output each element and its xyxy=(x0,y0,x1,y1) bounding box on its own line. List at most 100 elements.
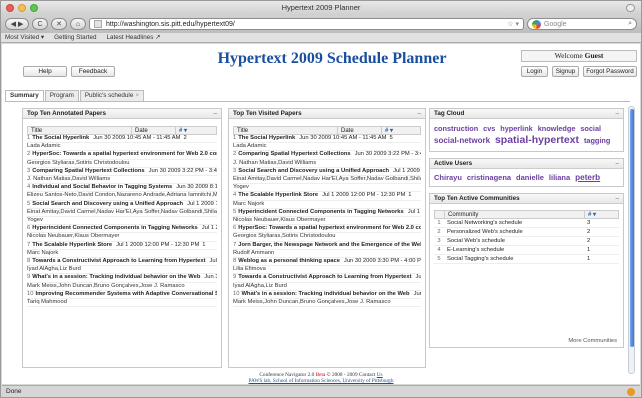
paper-title-link[interactable]: The Scalable Hyperlink Store xyxy=(32,242,112,248)
tag-link[interactable]: hyperlink xyxy=(500,124,532,133)
user-link[interactable]: cristinagena xyxy=(467,173,511,182)
forgot-password-button[interactable]: Forgot Password xyxy=(583,66,637,77)
table-row[interactable]: 4 The Scalable Hyperlink Store Jul 1 2009 … xyxy=(233,192,421,201)
tag-link[interactable]: construction xyxy=(434,124,478,133)
table-row[interactable]: 3 Social Search and Discovery using a Uni… xyxy=(233,168,421,177)
paper-title-link[interactable]: What's in a session: Tracking individual… xyxy=(241,291,409,297)
table-row[interactable]: 1 Social Networking's schedule 3 xyxy=(434,219,619,228)
feedback-button[interactable]: Feedback xyxy=(71,66,115,77)
bookmark-star-icon[interactable]: ☆ ▾ xyxy=(507,20,519,28)
table-row[interactable]: 3 Comparing Spatial Hypertext Collections… xyxy=(27,168,217,177)
table-row[interactable]: 5 Social Search and Discovery using a Uni… xyxy=(27,201,217,209)
tab-summary[interactable]: Summary xyxy=(5,90,44,101)
paper-title-link[interactable]: The Social Hyperlink xyxy=(32,135,89,141)
column-date[interactable]: Date xyxy=(338,127,382,134)
table-row[interactable]: 2 Personalized Web's schedule 2 xyxy=(434,228,619,237)
more-communities-link[interactable]: More Communities xyxy=(568,338,617,344)
table-row[interactable]: 9 Towards a Constructivist Approach to Le… xyxy=(233,274,421,283)
zoom-window-button[interactable] xyxy=(30,4,38,12)
community-name-link[interactable]: E-Learning's schedule xyxy=(444,246,584,254)
paper-title-link[interactable]: Social Search and Discovery using a Unif… xyxy=(32,201,183,207)
community-name-link[interactable]: Social Networking's schedule xyxy=(444,219,584,227)
table-row[interactable]: 2 HyperSoc: Towards a spatial hypertext e… xyxy=(27,151,217,160)
bookmark-latest-headlines[interactable]: Latest Headlines ↗ xyxy=(106,34,160,41)
tag-link[interactable]: spatial-hypertext xyxy=(495,134,579,146)
table-row[interactable]: 3 Social Web's schedule 2 xyxy=(434,237,619,246)
paper-title-link[interactable]: HyperSoc: Towards a spatial hypertext en… xyxy=(32,151,217,157)
paper-title-link[interactable]: Comparing Spatial Hypertext Collections xyxy=(238,151,350,157)
table-row[interactable]: 7 The Scalable Hyperlink Store Jul 1 2009 … xyxy=(27,242,217,250)
user-link[interactable]: Chirayu xyxy=(434,173,462,182)
collapse-icon[interactable]: – xyxy=(417,109,421,119)
bookmark-getting-started[interactable]: Getting Started xyxy=(54,34,96,41)
toolbar-toggle-button[interactable] xyxy=(626,4,635,12)
footer-org-link[interactable]: PAWS lab, School of Information Sciences… xyxy=(249,378,394,384)
paper-title-link[interactable]: The Scalable Hyperlink Store xyxy=(238,192,318,198)
column-date[interactable]: Date xyxy=(132,127,176,134)
table-row[interactable]: 10 What's in a session: Tracking individu… xyxy=(233,291,421,300)
paper-title-link[interactable]: Improving Recommender Systems with Adapt… xyxy=(35,291,217,297)
table-row[interactable]: 1 The Social Hyperlink Jun 30 2009 10:45 A… xyxy=(233,135,421,144)
tag-link[interactable]: cvs xyxy=(483,124,495,133)
firefox-status-icon[interactable] xyxy=(627,388,635,396)
paper-title-link[interactable]: Towards a Constructivist Approach to Lea… xyxy=(238,274,411,280)
paper-title-link[interactable]: What's in a session: Tracking individual… xyxy=(32,274,200,280)
search-box[interactable]: Google ⌕ xyxy=(527,18,637,30)
close-window-button[interactable] xyxy=(6,4,14,12)
column-community[interactable]: Community xyxy=(445,211,585,218)
column-count-sort[interactable]: # ▾ xyxy=(585,211,618,218)
tab-program[interactable]: Program xyxy=(44,90,79,101)
community-name-link[interactable]: Social Web's schedule xyxy=(444,237,584,245)
table-row[interactable]: 10 Improving Recommender Systems with Ada… xyxy=(27,291,217,300)
search-icon[interactable]: ⌕ xyxy=(628,20,632,28)
table-row[interactable]: 5 Social Tagging's schedule 1 xyxy=(434,255,619,264)
community-name-link[interactable]: Personalized Web's schedule xyxy=(444,228,584,236)
table-row[interactable]: 4 Individual and Social Behavior in Taggi… xyxy=(27,184,217,193)
table-row[interactable]: 9 What's in a session: Tracking individua… xyxy=(27,274,217,283)
collapse-icon[interactable]: – xyxy=(213,109,217,119)
table-row[interactable]: 2 Comparing Spatial Hypertext Collections… xyxy=(233,151,421,160)
user-link[interactable]: liliana xyxy=(549,173,570,182)
table-row[interactable]: 6 Hyperincident Connected Components in T… xyxy=(27,225,217,234)
back-forward-button[interactable]: ◀ ▶ xyxy=(5,18,29,30)
home-button[interactable]: ⌂ xyxy=(70,18,86,30)
table-row[interactable]: 8 Weblog as a personal thinking space Jun … xyxy=(233,258,421,267)
paper-title-link[interactable]: Individual and Social Behavior in Taggin… xyxy=(32,184,172,190)
paper-title-link[interactable]: Hyperincident Connected Components in Ta… xyxy=(238,209,403,215)
paper-title-link[interactable]: The Social Hyperlink xyxy=(238,135,295,141)
tag-link[interactable]: social xyxy=(580,124,601,133)
table-row[interactable]: 6 HyperSoc: Towards a spatial hypertext e… xyxy=(233,225,421,234)
minimize-window-button[interactable] xyxy=(18,4,26,12)
paper-title-link[interactable]: Social Search and Discovery using a Unif… xyxy=(238,168,389,174)
paper-title-link[interactable]: Hyperincident Connected Components in Ta… xyxy=(32,225,197,231)
paper-title-link[interactable]: HyperSoc: Towards a spatial hypertext en… xyxy=(238,225,421,231)
table-row[interactable]: 1 The Social Hyperlink Jun 30 2009 10:45 A… xyxy=(27,135,217,144)
collapse-icon[interactable]: – xyxy=(615,159,619,169)
collapse-icon[interactable]: – xyxy=(615,194,619,204)
column-title[interactable]: Title xyxy=(28,127,132,134)
reload-button[interactable]: C xyxy=(32,18,48,30)
community-name-link[interactable]: Social Tagging's schedule xyxy=(444,255,584,263)
table-row[interactable]: 5 Hyperincident Connected Components in T… xyxy=(233,209,421,218)
table-row[interactable]: 7 Jorn Barger, the Newspage Network and t… xyxy=(233,242,421,250)
column-count-sort[interactable]: # ▾ xyxy=(176,127,216,134)
tab-public-schedule[interactable]: Public's schedule × xyxy=(79,90,145,101)
user-link[interactable]: peterb xyxy=(575,173,600,182)
scrollbar-thumb[interactable] xyxy=(630,109,634,347)
tag-link[interactable]: knowledge xyxy=(538,124,576,133)
paper-title-link[interactable]: Jorn Barger, the Newspage Network and th… xyxy=(238,242,421,248)
column-title[interactable]: Title xyxy=(234,127,338,134)
paper-title-link[interactable]: Towards a Constructivist Approach to Lea… xyxy=(32,258,205,264)
help-button[interactable]: Help xyxy=(23,66,67,77)
tag-link[interactable]: tagging xyxy=(584,136,610,145)
column-count-sort[interactable]: # ▾ xyxy=(382,127,420,134)
table-row[interactable]: 4 E-Learning's schedule 1 xyxy=(434,246,619,255)
address-bar[interactable]: http://washington.sis.pitt.edu/hypertext… xyxy=(89,18,524,30)
vertical-scrollbar[interactable] xyxy=(628,106,635,374)
paper-title-link[interactable]: Weblog as a personal thinking space xyxy=(238,258,340,264)
signup-button[interactable]: Signup xyxy=(552,66,579,77)
user-link[interactable]: danielle xyxy=(516,173,544,182)
collapse-icon[interactable]: – xyxy=(615,109,619,119)
close-tab-icon[interactable]: × xyxy=(135,92,139,99)
paper-title-link[interactable]: Comparing Spatial Hypertext Collections xyxy=(32,168,144,174)
